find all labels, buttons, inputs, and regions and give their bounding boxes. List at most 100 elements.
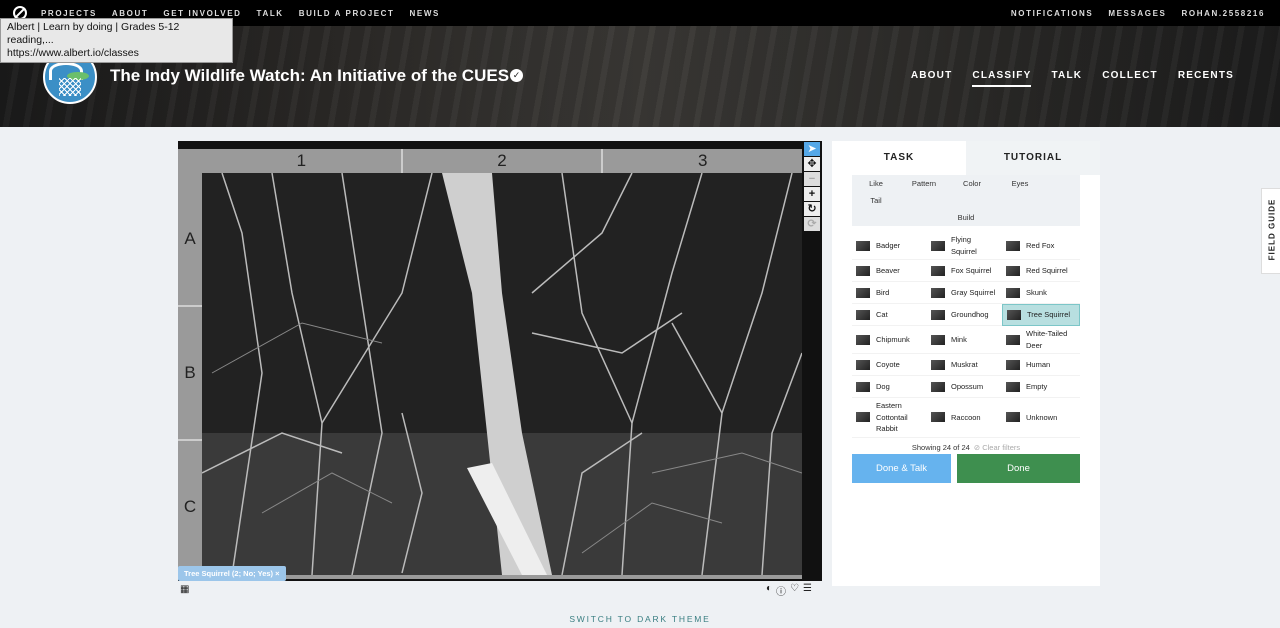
species-label: Empty [1026, 381, 1048, 391]
species-empty[interactable]: Empty [1002, 376, 1080, 398]
filter-build[interactable]: Build [852, 209, 1080, 226]
species-groundhog[interactable]: Groundhog [927, 304, 1002, 326]
species-white-tailed-deer[interactable]: White-Tailed Deer [1002, 326, 1080, 354]
species-label: Gray Squirrel [951, 287, 996, 297]
species-thumbnail [931, 240, 945, 251]
zoom-out-icon[interactable]: − [804, 172, 820, 186]
project-nav-recents[interactable]: RECENTS [1178, 70, 1234, 87]
species-thumbnail [1006, 359, 1020, 370]
nav-news[interactable]: NEWS [410, 9, 440, 18]
switch-dark-theme-link[interactable]: SWITCH TO DARK THEME [0, 614, 1280, 624]
check-icon: ✓ [510, 69, 523, 82]
collect-list-icon[interactable]: ☰ [803, 583, 812, 598]
nav-username[interactable]: ROHAN.2558216 [1182, 9, 1266, 18]
nav-notifications[interactable]: NOTIFICATIONS [1011, 9, 1093, 18]
done-button[interactable]: Done [957, 454, 1080, 483]
species-red-squirrel[interactable]: Red Squirrel [1002, 260, 1080, 282]
top-nav-user: NOTIFICATIONS MESSAGES ROHAN.2558216 [1011, 9, 1280, 18]
rotate-icon[interactable]: ↻ [804, 202, 820, 216]
nav-about[interactable]: ABOUT [112, 9, 148, 18]
species-label: White-Tailed Deer [1026, 329, 1068, 350]
filter-tail[interactable]: Tail [852, 192, 900, 209]
invert-icon[interactable]: ◐ [766, 583, 772, 598]
project-nav-collect[interactable]: COLLECT [1102, 70, 1158, 87]
camera-trap-image[interactable] [202, 173, 802, 575]
zoom-in-icon[interactable]: + [804, 187, 820, 201]
nav-projects[interactable]: PROJECTS [41, 9, 97, 18]
move-icon[interactable]: ✥ [804, 157, 820, 171]
species-flying-squirrel[interactable]: Flying Squirrel [927, 232, 1002, 260]
subject-viewer: 1 2 3 A B C ➤ ✥ − + ↻ ⟳ [178, 141, 822, 581]
tab-tutorial[interactable]: TUTORIAL [966, 141, 1100, 175]
clear-filters-button[interactable]: ⊘ Clear filters [974, 443, 1020, 452]
annotation-tag[interactable]: Tree Squirrel (2; No; Yes) × [178, 566, 286, 581]
grid-toggle-icon[interactable]: ▦ [180, 584, 189, 595]
grid-row-c: C [183, 497, 197, 516]
showing-text: Showing 24 of 24 [911, 442, 970, 452]
filter-pattern[interactable]: Pattern [900, 175, 948, 192]
filter-like[interactable]: Like [852, 175, 900, 192]
species-label: Skunk [1026, 287, 1047, 297]
pointer-icon[interactable]: ➤ [804, 142, 820, 156]
species-thumbnail [931, 334, 945, 345]
nav-build-project[interactable]: BUILD A PROJECT [299, 9, 395, 18]
species-eastern-cottontail-rabbit[interactable]: Eastern Cottontail Rabbit [852, 398, 927, 438]
species-opossum[interactable]: Opossum [927, 376, 1002, 398]
project-nav-classify[interactable]: CLASSIFY [972, 70, 1032, 87]
species-thumbnail [1006, 240, 1020, 251]
species-label: Fox Squirrel [951, 265, 992, 275]
camera-trap-photo [202, 173, 802, 575]
species-label: Red Squirrel [1026, 265, 1068, 275]
species-label: Groundhog [951, 309, 989, 319]
species-thumbnail [1006, 412, 1020, 423]
tab-task[interactable]: TASK [832, 141, 966, 175]
species-mink[interactable]: Mink [927, 326, 1002, 354]
species-unknown[interactable]: Unknown [1002, 398, 1080, 438]
nav-get-involved[interactable]: GET INVOLVED [163, 9, 241, 18]
filter-color[interactable]: Color [948, 175, 996, 192]
species-thumbnail [856, 359, 870, 370]
species-thumbnail [931, 309, 945, 320]
species-thumbnail [931, 287, 945, 298]
project-nav-talk[interactable]: TALK [1051, 70, 1082, 87]
grid-row-a: A [178, 173, 202, 307]
species-raccoon[interactable]: Raccoon [927, 398, 1002, 438]
project-nav: ABOUT CLASSIFY TALK COLLECT RECENTS [891, 70, 1234, 87]
species-bird[interactable]: Bird [852, 282, 927, 304]
nav-talk[interactable]: TALK [257, 9, 284, 18]
species-thumbnail [856, 412, 870, 423]
species-label: Mink [951, 334, 967, 344]
species-human[interactable]: Human [1002, 354, 1080, 376]
species-label: Opossum [951, 381, 984, 391]
info-icon[interactable]: ⓘ [776, 583, 786, 598]
species-label: Cat [876, 309, 888, 319]
species-label: Red Fox [1026, 240, 1055, 250]
species-coyote[interactable]: Coyote [852, 354, 927, 376]
species-tree-squirrel[interactable]: Tree Squirrel [1002, 304, 1080, 326]
field-guide-tab[interactable]: FIELD GUIDE [1261, 188, 1280, 274]
species-grid: Badger Flying Squirrel Red Fox Beaver Fo… [852, 232, 1080, 438]
reset-icon[interactable]: ⟳ [804, 217, 820, 231]
species-badger[interactable]: Badger [852, 232, 927, 260]
species-cat[interactable]: Cat [852, 304, 927, 326]
favorite-icon[interactable]: ♡ [790, 583, 799, 598]
species-red-fox[interactable]: Red Fox [1002, 232, 1080, 260]
species-muskrat[interactable]: Muskrat [927, 354, 1002, 376]
project-nav-about[interactable]: ABOUT [911, 70, 953, 87]
species-count: Showing 24 of 24 ⊘ Clear filters [832, 443, 1100, 452]
nav-messages[interactable]: MESSAGES [1108, 9, 1166, 18]
project-title[interactable]: The Indy Wildlife Watch: An Initiative o… [110, 66, 509, 86]
species-thumbnail [856, 309, 870, 320]
species-thumbnail [1006, 265, 1020, 276]
species-thumbnail [1006, 287, 1020, 298]
species-fox-squirrel[interactable]: Fox Squirrel [927, 260, 1002, 282]
species-label: Eastern Cottontail Rabbit [876, 401, 908, 433]
done-and-talk-button[interactable]: Done & Talk [852, 454, 951, 483]
species-dog[interactable]: Dog [852, 376, 927, 398]
filter-eyes[interactable]: Eyes [996, 175, 1044, 192]
species-skunk[interactable]: Skunk [1002, 282, 1080, 304]
species-chipmunk[interactable]: Chipmunk [852, 326, 927, 354]
species-gray-squirrel[interactable]: Gray Squirrel [927, 282, 1002, 304]
species-label: Unknown [1026, 412, 1058, 422]
species-beaver[interactable]: Beaver [852, 260, 927, 282]
